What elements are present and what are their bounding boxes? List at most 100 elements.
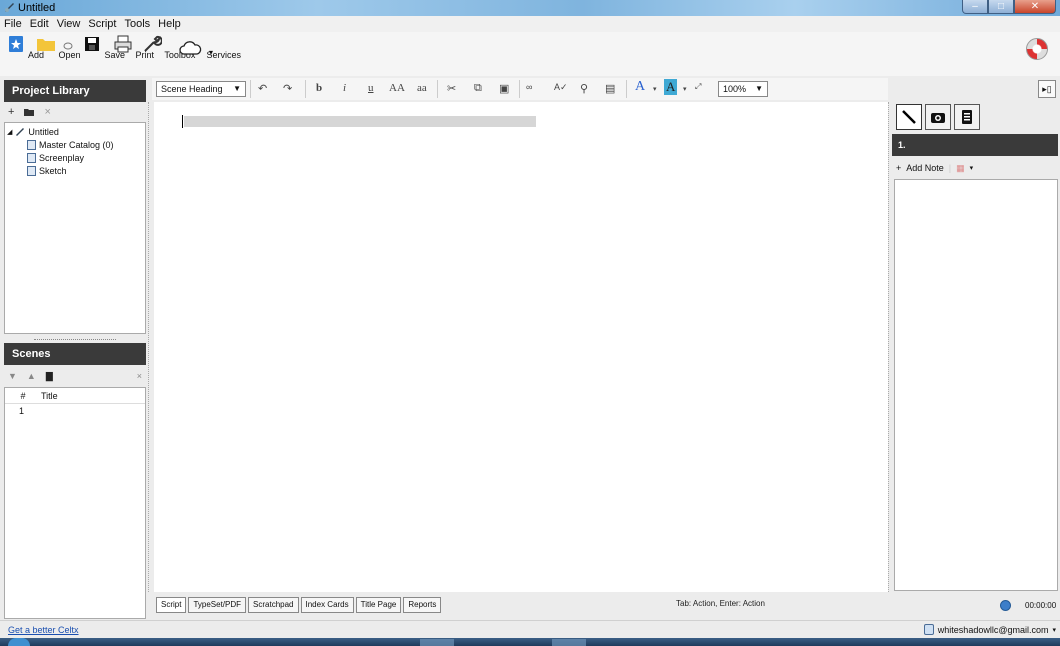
reading-glasses-icon[interactable]: ∞ [526, 82, 532, 92]
add-item-icon[interactable]: + [8, 106, 14, 118]
camera-icon [931, 113, 945, 123]
project-library-header: Project Library [4, 80, 146, 102]
note-color-dropdown-icon[interactable]: ▾ [970, 164, 974, 172]
divider [519, 80, 520, 98]
notes-area[interactable] [894, 179, 1058, 591]
move-down-icon[interactable]: ▼ [8, 371, 17, 381]
open-button[interactable]: Open [36, 34, 81, 60]
notes-toolbar: + Add Note | ▦ ▾ [896, 160, 973, 176]
lock-user-icon [923, 624, 934, 635]
add-note-button[interactable]: Add Note [906, 163, 944, 173]
element-type-select[interactable]: Scene Heading ▼ [156, 81, 246, 97]
tab-reports[interactable]: Reports [403, 597, 442, 613]
element-type-value: Scene Heading [161, 84, 223, 94]
spellcheck-icon[interactable]: A✓ [554, 82, 568, 93]
highlight-color-icon[interactable]: A [664, 79, 678, 95]
copy-icon[interactable]: ⧉ [474, 82, 482, 95]
project-icon [16, 128, 25, 136]
divider [250, 80, 251, 98]
open-label: Open [58, 50, 81, 60]
tree-item-screenplay[interactable]: Screenplay [7, 151, 143, 164]
scene-number: 1 [19, 406, 25, 416]
tab-notes[interactable] [896, 104, 922, 130]
window-title: Untitled [18, 2, 56, 14]
script-editor[interactable] [154, 102, 888, 592]
folder-icon [37, 39, 55, 51]
divider [305, 80, 306, 98]
sidebar-toggle-icon[interactable]: ▸▯ [1038, 80, 1056, 98]
paste-icon[interactable]: ▣ [499, 82, 509, 95]
highlight-dropdown-icon[interactable]: ▾ [683, 85, 687, 93]
scene-cards-icon[interactable]: ▇ [46, 371, 53, 382]
maximize-button[interactable]: □ [988, 0, 1014, 14]
table-row[interactable]: 1 [5, 404, 145, 418]
delete-scene-icon[interactable]: × [137, 371, 142, 381]
zoom-select[interactable]: 100% ▼ [718, 81, 768, 97]
find-icon[interactable]: ⚲ [580, 82, 588, 95]
user-account[interactable]: whiteshadowllc@gmail.com ▾ [923, 624, 1056, 635]
os-taskbar [0, 638, 1060, 646]
lock-icon[interactable]: ▤ [605, 82, 615, 95]
menu-script[interactable]: Script [88, 18, 116, 30]
clock-icon[interactable] [1000, 600, 1011, 611]
italic-button[interactable]: i [343, 82, 346, 94]
tree-root[interactable]: ◢ Untitled [7, 125, 143, 138]
timer: 00:00:00 [1000, 600, 1056, 611]
tab-document[interactable] [954, 104, 980, 130]
user-email[interactable]: whiteshadowllc@gmail.com [938, 625, 1049, 635]
cut-icon[interactable]: ✂ [447, 82, 456, 95]
menu-help[interactable]: Help [158, 18, 181, 30]
bold-button[interactable]: b [316, 82, 322, 94]
redo-icon[interactable]: ↷ [283, 82, 292, 95]
timer-value[interactable]: 00:00:00 [1025, 601, 1056, 610]
menu-file[interactable]: File [4, 18, 22, 30]
menu-tools[interactable]: Tools [124, 18, 150, 30]
tree-item-master-catalog[interactable]: Master Catalog (0) [7, 138, 143, 151]
services-dropdown-icon[interactable]: ▾ [209, 48, 213, 57]
start-orb-icon[interactable] [8, 638, 30, 646]
tab-typeset-pdf[interactable]: TypeSet/PDF [188, 597, 247, 613]
divider: | [948, 163, 952, 173]
lifebuoy-help-icon[interactable] [1026, 38, 1048, 60]
add-icon: + [896, 163, 902, 173]
fullscreen-icon[interactable]: ⤢ [695, 82, 701, 92]
collapse-arrow-icon[interactable]: ◢ [7, 128, 12, 136]
undo-icon[interactable]: ↶ [258, 82, 267, 95]
uppercase-button[interactable]: AA [389, 82, 405, 94]
font-color-icon[interactable]: A [635, 79, 645, 95]
open-recent-dot-icon[interactable] [63, 42, 73, 50]
panel-splitter[interactable] [34, 336, 116, 340]
move-up-icon[interactable]: ▲ [27, 371, 36, 381]
tree-item-sketch[interactable]: Sketch [7, 164, 143, 177]
tab-title-page[interactable]: Title Page [355, 597, 402, 613]
folder-small-icon[interactable] [24, 108, 35, 116]
project-tree: ◢ Untitled Master Catalog (0) Screenplay… [4, 122, 146, 334]
tab-scratchpad[interactable]: Scratchpad [248, 597, 299, 613]
tab-media[interactable] [925, 104, 951, 130]
zoom-value: 100% [723, 84, 747, 94]
scene-heading-line[interactable] [184, 116, 536, 127]
taskbar-item[interactable] [552, 639, 586, 646]
underline-button[interactable]: u [368, 82, 374, 94]
main-toolbar: Add Open Save Print Toolbox Services ▾ [0, 32, 1060, 76]
note-color-icon[interactable]: ▦ [956, 163, 965, 174]
user-dropdown-icon[interactable]: ▾ [1052, 626, 1056, 634]
tab-index-cards[interactable]: Index Cards [300, 597, 354, 613]
tab-script[interactable]: Script [156, 597, 187, 613]
taskbar-item[interactable] [420, 639, 454, 646]
remove-item-icon[interactable]: × [44, 106, 50, 118]
left-panel-resizer[interactable] [148, 102, 151, 592]
font-color-dropdown-icon[interactable]: ▾ [653, 85, 657, 93]
cloud-icon [179, 41, 202, 55]
scenes-header: Scenes [4, 343, 146, 365]
scenes-table-header: # Title [5, 388, 145, 404]
menu-view[interactable]: View [57, 18, 81, 30]
close-button[interactable]: ✕ [1014, 0, 1056, 14]
promo-link[interactable]: Get a better Celtx [8, 625, 79, 635]
minimize-button[interactable]: – [962, 0, 988, 14]
document-icon [962, 110, 972, 124]
lowercase-button[interactable]: aa [417, 82, 427, 94]
right-panel-resizer[interactable] [888, 102, 891, 592]
menu-edit[interactable]: Edit [30, 18, 49, 30]
editor-tabs: Script TypeSet/PDF Scratchpad Index Card… [156, 597, 442, 613]
